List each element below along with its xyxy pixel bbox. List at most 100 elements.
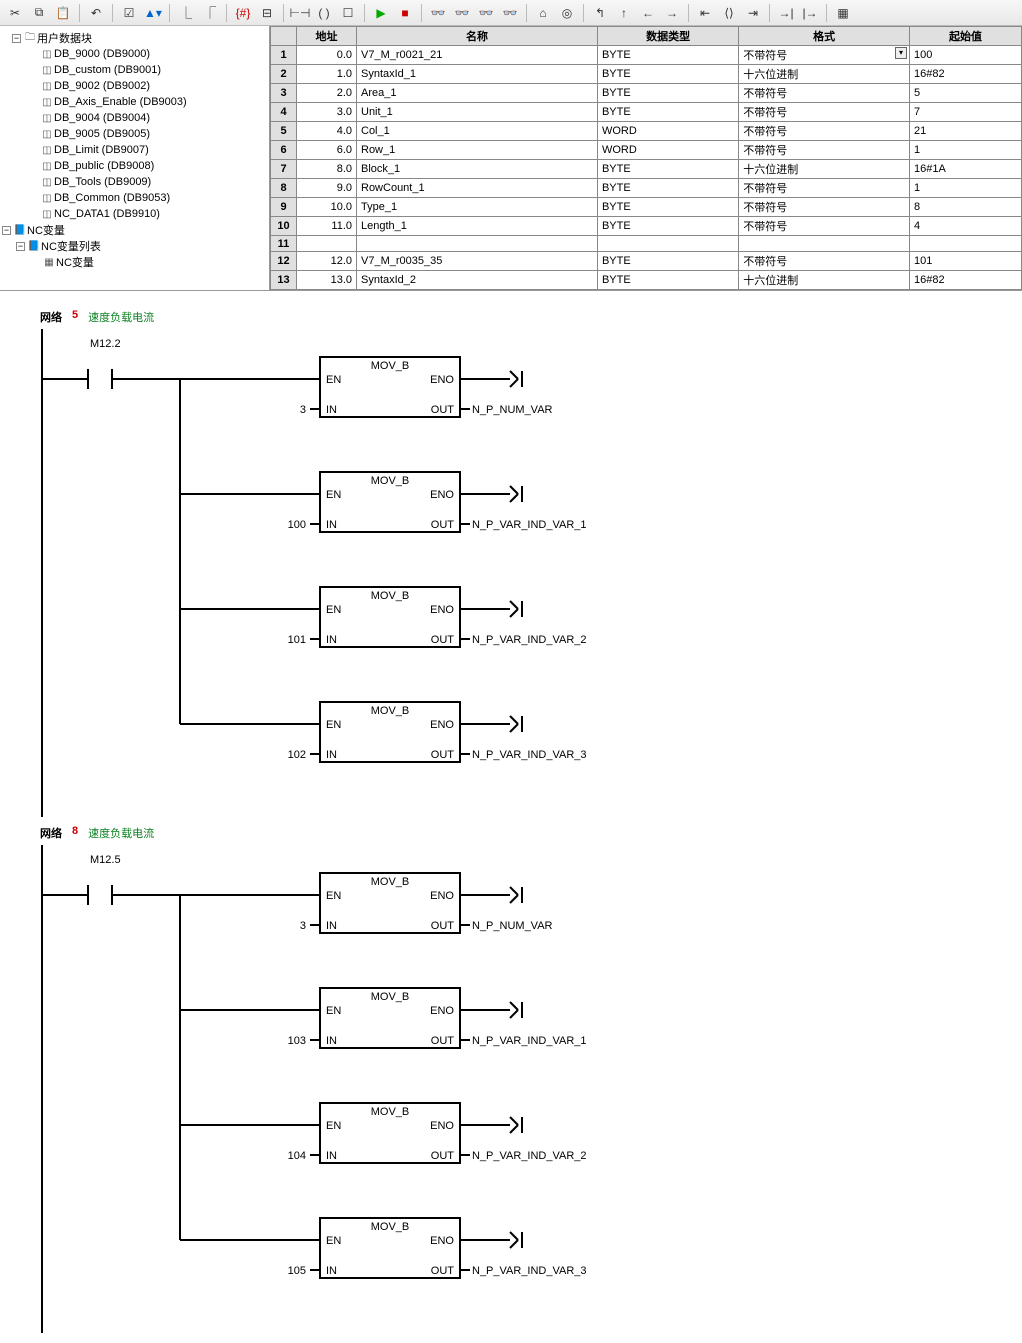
nav-right-icon[interactable]: → (661, 3, 683, 23)
monitor1-icon[interactable]: 👓 (427, 3, 449, 23)
cell-format[interactable]: 十六位进制 (739, 65, 910, 84)
cell-format[interactable]: 不带符号 (739, 103, 910, 122)
cell-format[interactable]: 不带符号 (739, 141, 910, 160)
jump-out-icon[interactable]: ⟨⟩ (718, 3, 740, 23)
cut-icon[interactable]: ✂ (4, 3, 26, 23)
col-name[interactable]: 名称 (357, 27, 598, 46)
goto2-icon[interactable]: |→ (799, 3, 821, 23)
coil-icon[interactable]: ( ) (313, 3, 335, 23)
cell-init[interactable]: 16#1A (909, 160, 1021, 179)
tree-item-db[interactable]: ◫DB_Limit (DB9007) (2, 142, 267, 158)
row-num[interactable]: 13 (271, 271, 297, 290)
cell-type[interactable]: BYTE (597, 46, 738, 65)
cell-type[interactable]: BYTE (597, 65, 738, 84)
undo-icon[interactable]: ↶ (85, 3, 107, 23)
tree-item-db[interactable]: ◫DB_9000 (DB9000) (2, 46, 267, 62)
cell-name[interactable]: Area_1 (357, 84, 598, 103)
grid-icon[interactable]: ▦ (832, 3, 854, 23)
cell-init[interactable] (909, 236, 1021, 252)
cell-name[interactable]: V7_M_r0021_21 (357, 46, 598, 65)
cell-init[interactable]: 8 (909, 198, 1021, 217)
nav-left2-icon[interactable]: ← (637, 3, 659, 23)
cell-type[interactable]: BYTE (597, 160, 738, 179)
col-type[interactable]: 数据类型 (597, 27, 738, 46)
cell-format[interactable]: 不带符号 (739, 198, 910, 217)
cell-format[interactable]: 十六位进制 (739, 160, 910, 179)
tree-item-ncvar[interactable]: ▦ NC变量 (2, 254, 267, 270)
cell-init[interactable]: 5 (909, 84, 1021, 103)
row-num[interactable]: 1 (271, 46, 297, 65)
stop-icon[interactable]: ■ (394, 3, 416, 23)
table-row[interactable]: 89.0RowCount_1BYTE不带符号1 (271, 179, 1022, 198)
cell-format[interactable]: 十六位进制 (739, 271, 910, 290)
tree-item-db[interactable]: ◫DB_9002 (DB9002) (2, 78, 267, 94)
cell-init[interactable]: 16#82 (909, 65, 1021, 84)
row-num[interactable]: 6 (271, 141, 297, 160)
table-row[interactable]: 21.0SyntaxId_1BYTE十六位进制16#82 (271, 65, 1022, 84)
cell-init[interactable]: 21 (909, 122, 1021, 141)
table-row[interactable]: 11 (271, 236, 1022, 252)
cell-init[interactable]: 100 (909, 46, 1021, 65)
target-icon[interactable]: ◎ (556, 3, 578, 23)
tree-item-db[interactable]: ◫DB_custom (DB9001) (2, 62, 267, 78)
nav-left-icon[interactable]: ↰ (589, 3, 611, 23)
cell-addr[interactable]: 0.0 (297, 46, 357, 65)
row-num[interactable]: 2 (271, 65, 297, 84)
cell-name[interactable] (357, 236, 598, 252)
row-num[interactable]: 11 (271, 236, 297, 252)
table-row[interactable]: 910.0Type_1BYTE不带符号8 (271, 198, 1022, 217)
cell-name[interactable]: Unit_1 (357, 103, 598, 122)
row-num[interactable]: 9 (271, 198, 297, 217)
row-num[interactable]: 7 (271, 160, 297, 179)
cell-addr[interactable]: 13.0 (297, 271, 357, 290)
cell-name[interactable]: Type_1 (357, 198, 598, 217)
cell-type[interactable]: BYTE (597, 252, 738, 271)
cell-format[interactable]: 不带符号 (739, 252, 910, 271)
cell-type[interactable]: WORD (597, 122, 738, 141)
cell-init[interactable]: 4 (909, 217, 1021, 236)
cell-format[interactable]: 不带符号▾ (739, 46, 910, 65)
cell-addr[interactable]: 11.0 (297, 217, 357, 236)
cell-name[interactable]: SyntaxId_1 (357, 65, 598, 84)
table-row[interactable]: 43.0Unit_1BYTE不带符号7 (271, 103, 1022, 122)
row-num[interactable]: 10 (271, 217, 297, 236)
row-num[interactable]: 5 (271, 122, 297, 141)
tree-item-db[interactable]: ◫DB_9004 (DB9004) (2, 110, 267, 126)
cell-type[interactable]: BYTE (597, 84, 738, 103)
col-format[interactable]: 格式 (739, 27, 910, 46)
step-icon[interactable]: ⇥ (742, 3, 764, 23)
cell-init[interactable]: 101 (909, 252, 1021, 271)
col-addr[interactable]: 地址 (297, 27, 357, 46)
tree-item-db[interactable]: ◫DB_public (DB9008) (2, 158, 267, 174)
cell-type[interactable]: BYTE (597, 179, 738, 198)
cell-type[interactable]: BYTE (597, 271, 738, 290)
cell-addr[interactable]: 3.0 (297, 103, 357, 122)
cell-addr[interactable]: 6.0 (297, 141, 357, 160)
goto-icon[interactable]: →| (775, 3, 797, 23)
cell-addr[interactable]: 2.0 (297, 84, 357, 103)
paste-icon[interactable]: 📋 (52, 3, 74, 23)
table-row[interactable]: 10.0V7_M_r0021_21BYTE不带符号▾100 (271, 46, 1022, 65)
cell-init[interactable]: 7 (909, 103, 1021, 122)
table-row[interactable]: 78.0Block_1BYTE十六位进制16#1A (271, 160, 1022, 179)
cell-addr[interactable]: 8.0 (297, 160, 357, 179)
home-icon[interactable]: ⌂ (532, 3, 554, 23)
cell-addr[interactable]: 9.0 (297, 179, 357, 198)
cell-addr[interactable]: 1.0 (297, 65, 357, 84)
monitor3-icon[interactable]: 👓 (475, 3, 497, 23)
symbol-icon[interactable]: {#} (232, 3, 254, 23)
col-num[interactable] (271, 27, 297, 46)
cell-addr[interactable]: 10.0 (297, 198, 357, 217)
cell-type[interactable]: WORD (597, 141, 738, 160)
cell-addr[interactable]: 4.0 (297, 122, 357, 141)
branch-up-icon[interactable]: ⎿ (175, 3, 197, 23)
cell-name[interactable]: Row_1 (357, 141, 598, 160)
cell-name[interactable]: V7_M_r0035_35 (357, 252, 598, 271)
tree-item-db[interactable]: ◫DB_Tools (DB9009) (2, 174, 267, 190)
dropdown-icon[interactable]: ▲▾ (142, 3, 164, 23)
cell-format[interactable]: 不带符号 (739, 122, 910, 141)
expand-icon[interactable]: − (12, 34, 21, 43)
cell-name[interactable]: Block_1 (357, 160, 598, 179)
table-row[interactable]: 32.0Area_1BYTE不带符号5 (271, 84, 1022, 103)
tree-folder-ncvar[interactable]: − 📘 NC变量 (2, 222, 267, 238)
